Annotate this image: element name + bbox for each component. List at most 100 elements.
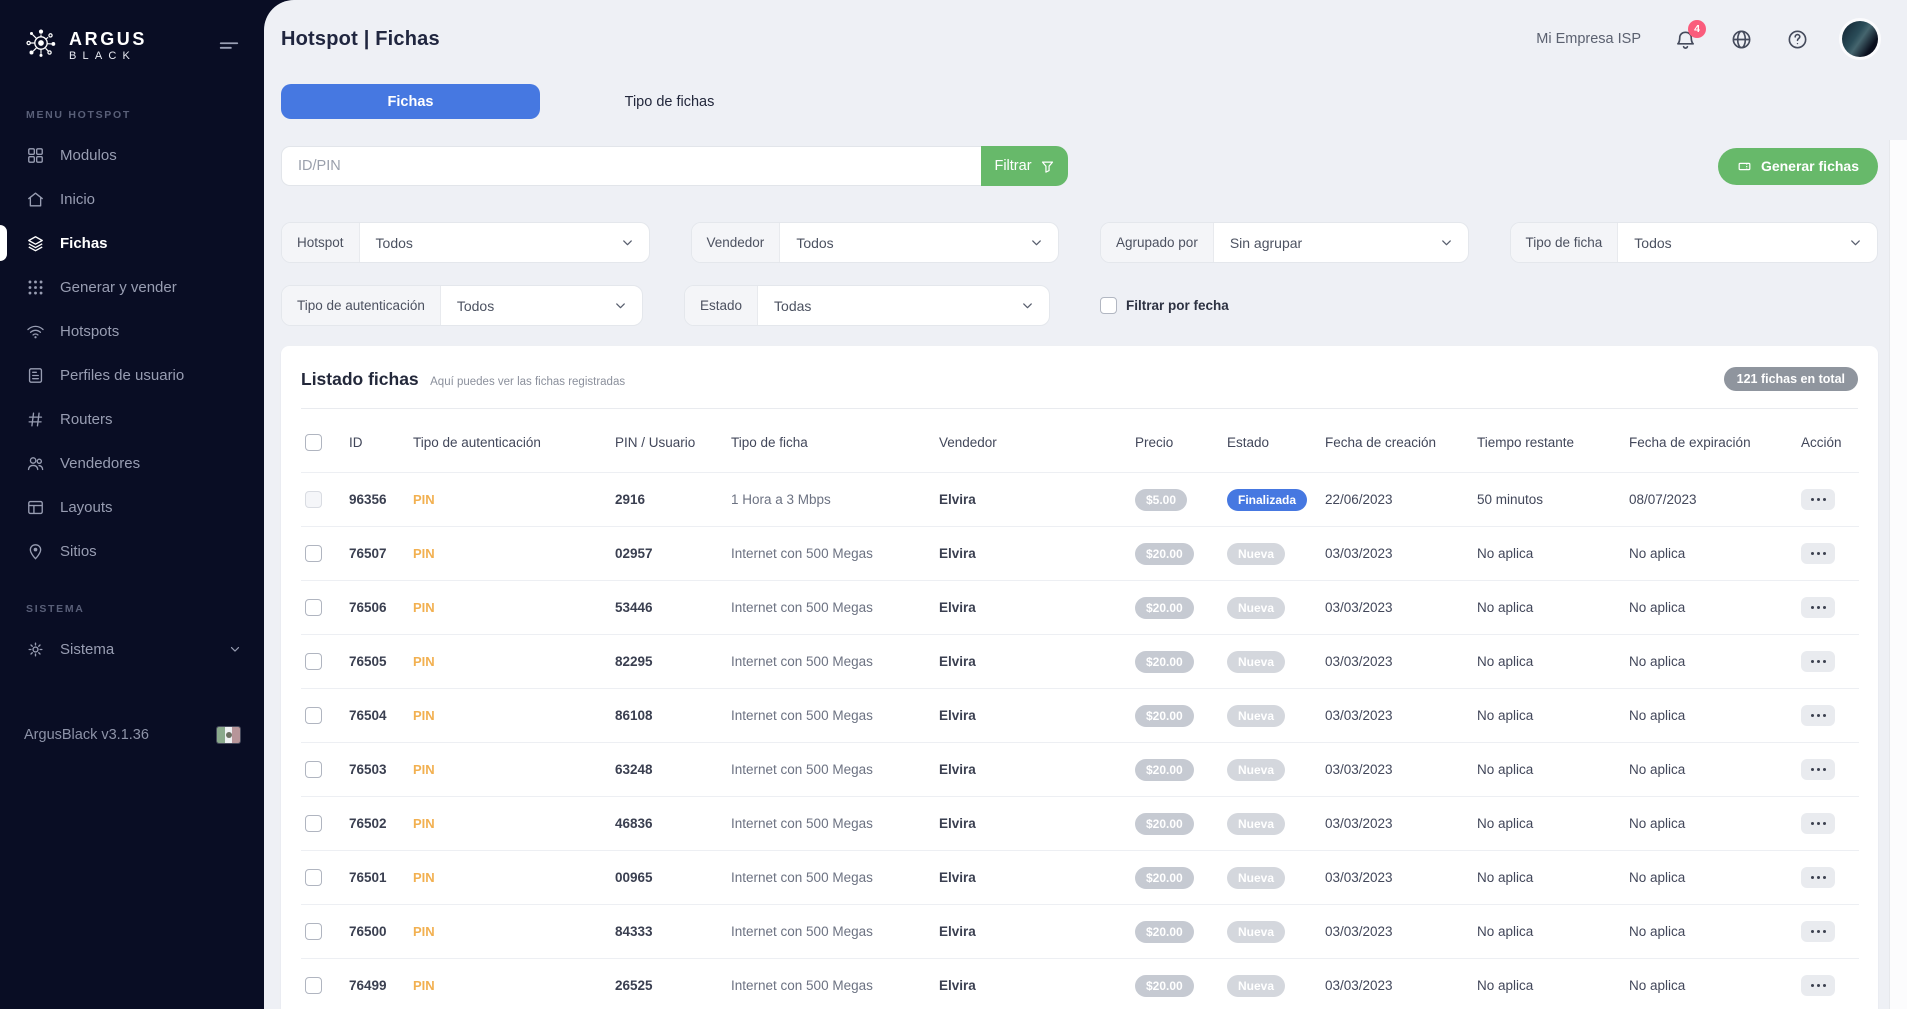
cell-expires: No aplica — [1625, 635, 1797, 689]
tab-fichas[interactable]: Fichas — [281, 84, 540, 119]
sidebar-section-label: SISTEMA — [0, 589, 264, 627]
row-actions-button[interactable] — [1801, 867, 1835, 888]
notifications-bell-icon[interactable]: 4 — [1674, 28, 1697, 51]
filter-agrupado-por[interactable]: Agrupado por Sin agrupar — [1100, 222, 1469, 263]
scrollbar[interactable] — [1889, 140, 1907, 1009]
sidebar-item-fichas[interactable]: Fichas — [0, 221, 264, 265]
row-checkbox[interactable] — [305, 923, 322, 940]
search-input[interactable] — [281, 146, 981, 186]
search-row: Filtrar Generar fichas — [281, 146, 1878, 186]
topbar: Hotspot | Fichas Mi Empresa ISP 4 — [281, 0, 1878, 78]
cell-expires: No aplica — [1625, 581, 1797, 635]
cell-price: $20.00 — [1131, 959, 1223, 1009]
cell-vendor: Elvira — [935, 743, 1131, 797]
sidebar-item-label: Perfiles de usuario — [60, 367, 184, 384]
filter-vendedor[interactable]: Vendedor Todos — [691, 222, 1060, 263]
row-checkbox[interactable] — [305, 977, 322, 994]
row-checkbox[interactable] — [305, 761, 322, 778]
cell-ficha-type: Internet con 500 Megas — [727, 635, 935, 689]
cell-price: $20.00 — [1131, 851, 1223, 905]
chevron-down-icon — [1848, 235, 1863, 250]
filter-button[interactable]: Filtrar — [981, 146, 1068, 186]
globe-icon[interactable] — [1730, 28, 1753, 51]
sidebar-item-hotspots[interactable]: Hotspots — [0, 309, 264, 353]
row-checkbox[interactable] — [305, 599, 322, 616]
row-actions-button[interactable] — [1801, 597, 1835, 618]
row-actions-button[interactable] — [1801, 975, 1835, 996]
cell-pin: 26525 — [611, 959, 727, 1009]
sidebar-item-sistema[interactable]: Sistema — [0, 627, 264, 671]
filter-by-date-checkbox-input[interactable] — [1100, 297, 1117, 314]
col-header-vendor: Vendedor — [935, 409, 1131, 473]
row-actions-button[interactable] — [1801, 489, 1835, 510]
wifi-icon — [26, 322, 45, 341]
filter-tipo-de-autenticacion[interactable]: Tipo de autenticación Todos — [281, 285, 643, 326]
cell-id: 76507 — [345, 527, 409, 581]
cell-price: $20.00 — [1131, 527, 1223, 581]
row-actions-button[interactable] — [1801, 705, 1835, 726]
help-icon[interactable] — [1786, 28, 1809, 51]
app-version: ArgusBlack v3.1.36 — [24, 727, 149, 743]
sidebar-item-vendedores[interactable]: Vendedores — [0, 441, 264, 485]
col-header-estado: Estado — [1223, 409, 1321, 473]
cell-estado: Nueva — [1223, 797, 1321, 851]
generate-fichas-button[interactable]: Generar fichas — [1718, 148, 1878, 185]
home-icon — [26, 190, 45, 209]
filter-estado[interactable]: Estado Todas — [684, 285, 1050, 326]
sidebar-item-layouts[interactable]: Layouts — [0, 485, 264, 529]
sidebar-item-label: Routers — [60, 411, 113, 428]
sidebar-item-label: Sistema — [60, 641, 114, 658]
row-actions-button[interactable] — [1801, 759, 1835, 780]
row-checkbox[interactable] — [305, 545, 322, 562]
cell-action — [1797, 527, 1859, 581]
row-actions-button[interactable] — [1801, 921, 1835, 942]
row-checkbox[interactable] — [305, 653, 322, 670]
cell-id: 76502 — [345, 797, 409, 851]
sidebar-item-modulos[interactable]: Modulos — [0, 133, 264, 177]
layout-icon — [26, 498, 45, 517]
chevron-down-icon — [1439, 235, 1454, 250]
table-row: 76499PIN26525Internet con 500 MegasElvir… — [301, 959, 1859, 1009]
fichas-list-card: Listado fichas Aquí puedes ver las ficha… — [281, 346, 1878, 1009]
chevron-down-icon — [620, 235, 635, 250]
cell-action — [1797, 689, 1859, 743]
tab-tipo-de-fichas[interactable]: Tipo de fichas — [540, 84, 799, 119]
row-checkbox[interactable] — [305, 815, 322, 832]
row-actions-button[interactable] — [1801, 813, 1835, 834]
cell-pin: 84333 — [611, 905, 727, 959]
menu-toggle-icon[interactable] — [218, 35, 240, 57]
sidebar-item-perfiles-de-usuario[interactable]: Perfiles de usuario — [0, 353, 264, 397]
row-checkbox[interactable] — [305, 869, 322, 886]
filter-by-date-checkbox[interactable]: Filtrar por fecha — [1100, 297, 1229, 314]
sidebar-item-generar-y-vender[interactable]: Generar y vender — [0, 265, 264, 309]
cell-price: $20.00 — [1131, 581, 1223, 635]
col-header-expires: Fecha de expiración — [1625, 409, 1797, 473]
cell-pin: 2916 — [611, 473, 727, 527]
sidebar-item-routers[interactable]: Routers — [0, 397, 264, 441]
cell-pin: 63248 — [611, 743, 727, 797]
cell-id: 76499 — [345, 959, 409, 1009]
row-actions-button[interactable] — [1801, 543, 1835, 564]
cell-created: 03/03/2023 — [1321, 581, 1473, 635]
cell-vendor: Elvira — [935, 689, 1131, 743]
sidebar-item-sitios[interactable]: Sitios — [0, 529, 264, 573]
sidebar-item-inicio[interactable]: Inicio — [0, 177, 264, 221]
row-checkbox[interactable] — [305, 491, 322, 508]
user-avatar[interactable] — [1842, 21, 1878, 57]
cell-auth-type: PIN — [409, 959, 611, 1009]
filter-tipo-de-ficha[interactable]: Tipo de ficha Todos — [1510, 222, 1879, 263]
table-header-row: ID Tipo de autenticación PIN / Usuario T… — [301, 409, 1859, 473]
chevron-down-icon — [1029, 235, 1044, 250]
filter-hotspot[interactable]: Hotspot Todos — [281, 222, 650, 263]
row-checkbox[interactable] — [305, 707, 322, 724]
argus-black-logo[interactable]: ARGUS BLACK — [22, 24, 147, 67]
company-name[interactable]: Mi Empresa ISP — [1536, 31, 1641, 47]
col-header-ficha-type: Tipo de ficha — [727, 409, 935, 473]
cell-remaining: No aplica — [1473, 689, 1625, 743]
row-actions-button[interactable] — [1801, 651, 1835, 672]
language-flag-icon[interactable] — [217, 727, 240, 743]
logo-line2: BLACK — [69, 51, 147, 62]
select-all-checkbox[interactable] — [305, 434, 322, 451]
cell-id: 76505 — [345, 635, 409, 689]
table-row: 76503PIN63248Internet con 500 MegasElvir… — [301, 743, 1859, 797]
